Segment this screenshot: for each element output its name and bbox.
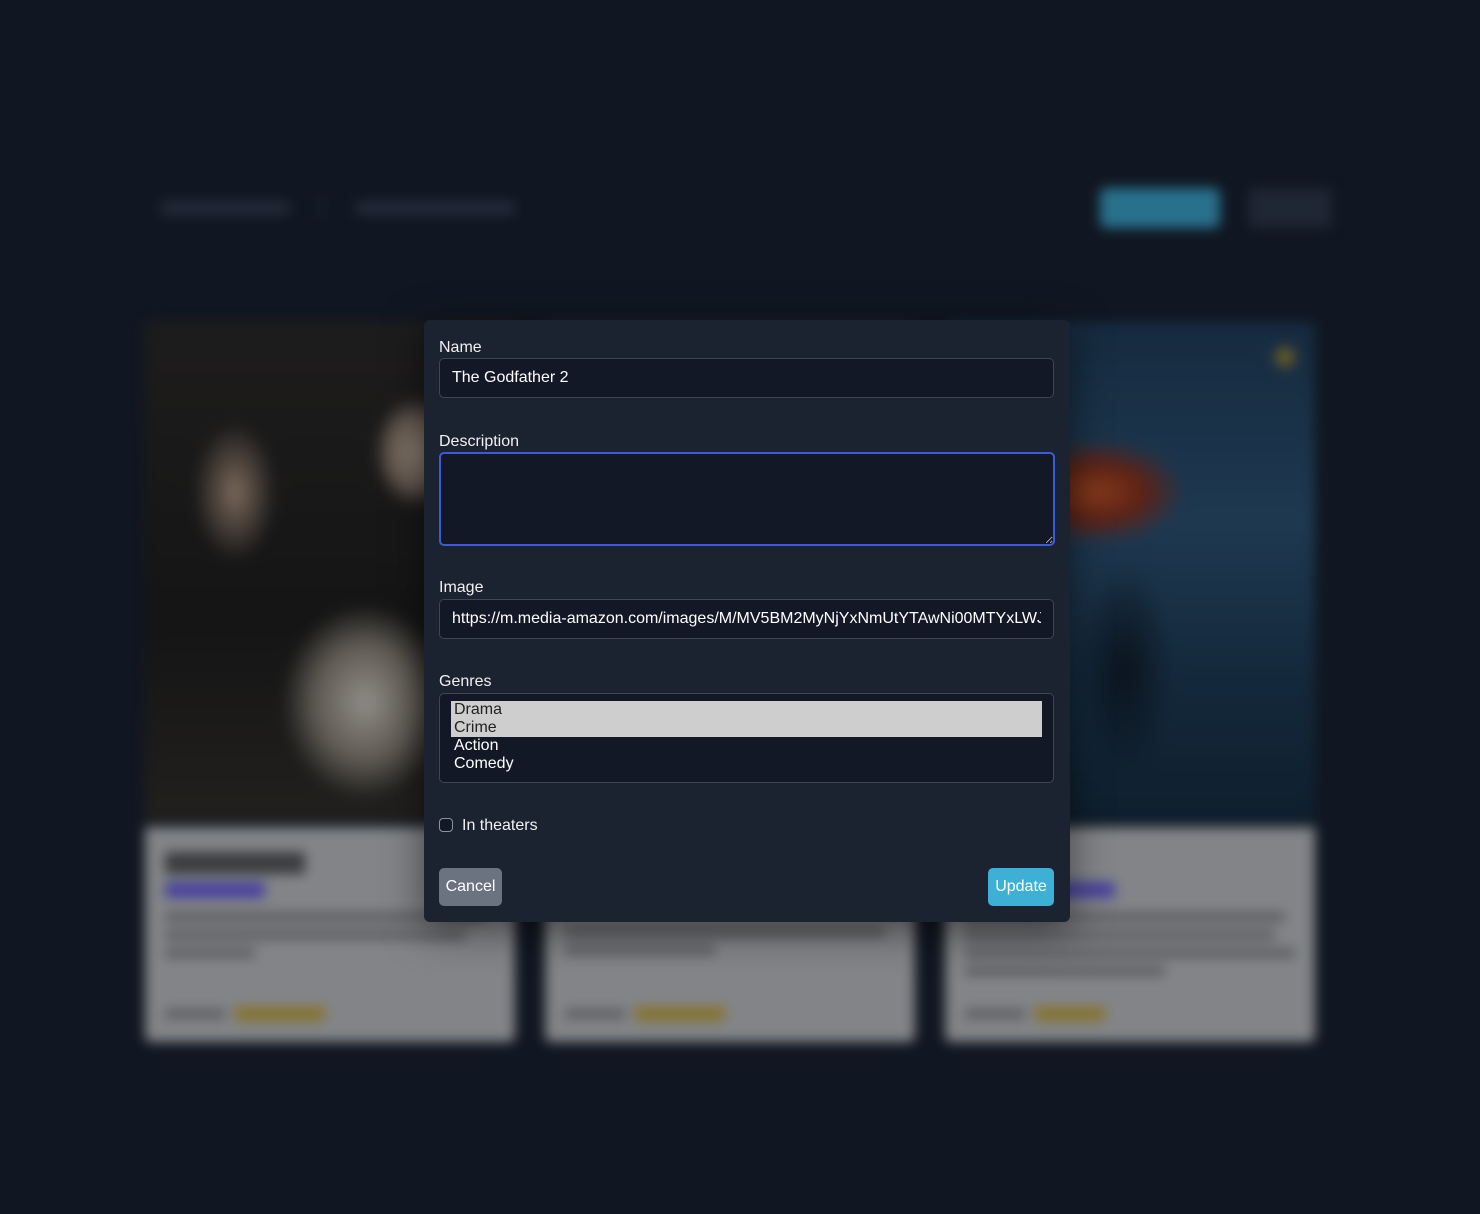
name-input[interactable] bbox=[439, 358, 1054, 398]
description-label: Description bbox=[439, 433, 520, 450]
name-label: Name bbox=[439, 339, 482, 356]
edit-movie-modal: Name Description Image Genres Drama Crim… bbox=[424, 320, 1070, 922]
genres-multiselect[interactable]: Drama Crime Action Comedy bbox=[439, 693, 1054, 783]
genre-option-comedy[interactable]: Comedy bbox=[451, 755, 1042, 773]
image-label: Image bbox=[439, 579, 484, 596]
in-theaters-label[interactable]: In theaters bbox=[462, 817, 538, 835]
cancel-button[interactable]: Cancel bbox=[439, 868, 502, 906]
in-theaters-checkbox[interactable] bbox=[439, 818, 453, 832]
description-textarea[interactable] bbox=[439, 452, 1055, 546]
genre-option-action[interactable]: Action bbox=[451, 737, 1042, 755]
genres-label: Genres bbox=[439, 673, 492, 690]
image-url-input[interactable] bbox=[439, 599, 1054, 639]
genre-option-crime[interactable]: Crime bbox=[451, 719, 1042, 737]
genre-option-drama[interactable]: Drama bbox=[451, 701, 1042, 719]
update-button[interactable]: Update bbox=[988, 868, 1054, 906]
